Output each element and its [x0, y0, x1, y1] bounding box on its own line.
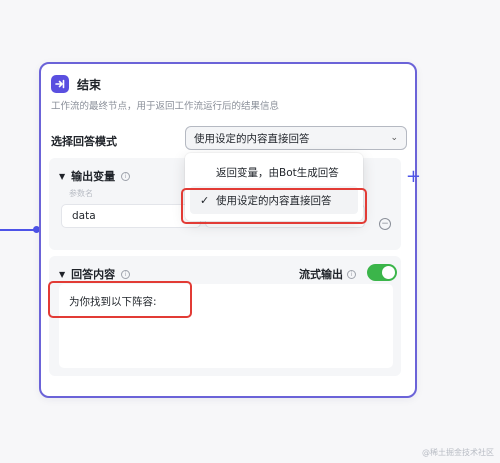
variable-name-input[interactable]: data [61, 204, 201, 228]
stream-output-toggle[interactable] [367, 264, 397, 281]
info-icon[interactable]: i [347, 269, 356, 279]
stream-output-label: 流式输出 i [299, 266, 356, 282]
workflow-canvas: 结束 工作流的最终节点，用于返回工作流运行后的结果信息 选择回答模式 使用设定的… [0, 0, 500, 463]
output-variables-title: 输出变量 [71, 170, 116, 183]
answer-mode-select[interactable]: 使用设定的内容直接回答 ⌄ [185, 126, 407, 150]
highlight-box-option [181, 188, 367, 224]
stream-output-text: 流式输出 [299, 268, 343, 281]
remove-variable-button[interactable]: − [379, 218, 391, 230]
option-label: 返回变量，由Bot生成回答 [216, 166, 339, 179]
highlight-box-answer [48, 281, 192, 318]
connector-line [0, 229, 36, 231]
param-name-hint: 参数名 [69, 189, 93, 198]
toggle-knob [382, 266, 395, 279]
output-variables-header[interactable]: ▼ 输出变量 i [59, 168, 131, 184]
info-icon[interactable]: i [121, 171, 131, 181]
node-title: 结束 [77, 77, 102, 92]
triangle-down-icon: ▼ [59, 171, 66, 181]
chevron-down-icon: ⌄ [390, 133, 398, 143]
watermark: @稀土掘金技术社区 [422, 448, 494, 457]
node-description: 工作流的最终节点，用于返回工作流运行后的结果信息 [51, 101, 280, 112]
answer-mode-label: 选择回答模式 [51, 135, 117, 148]
info-icon[interactable]: i [121, 269, 131, 279]
answer-content-title: 回答内容 [71, 268, 116, 281]
answer-mode-value: 使用设定的内容直接回答 [194, 132, 310, 145]
add-variable-button[interactable]: + [406, 168, 421, 186]
triangle-down-icon: ▼ [59, 269, 66, 279]
end-node-icon [51, 75, 69, 93]
option-return-variable[interactable]: 返回变量，由Bot生成回答 [190, 158, 358, 186]
node-header: 结束 [51, 74, 101, 94]
answer-content-header[interactable]: ▼ 回答内容 i [59, 266, 131, 282]
end-node-card[interactable]: 结束 工作流的最终节点，用于返回工作流运行后的结果信息 选择回答模式 使用设定的… [39, 62, 421, 398]
